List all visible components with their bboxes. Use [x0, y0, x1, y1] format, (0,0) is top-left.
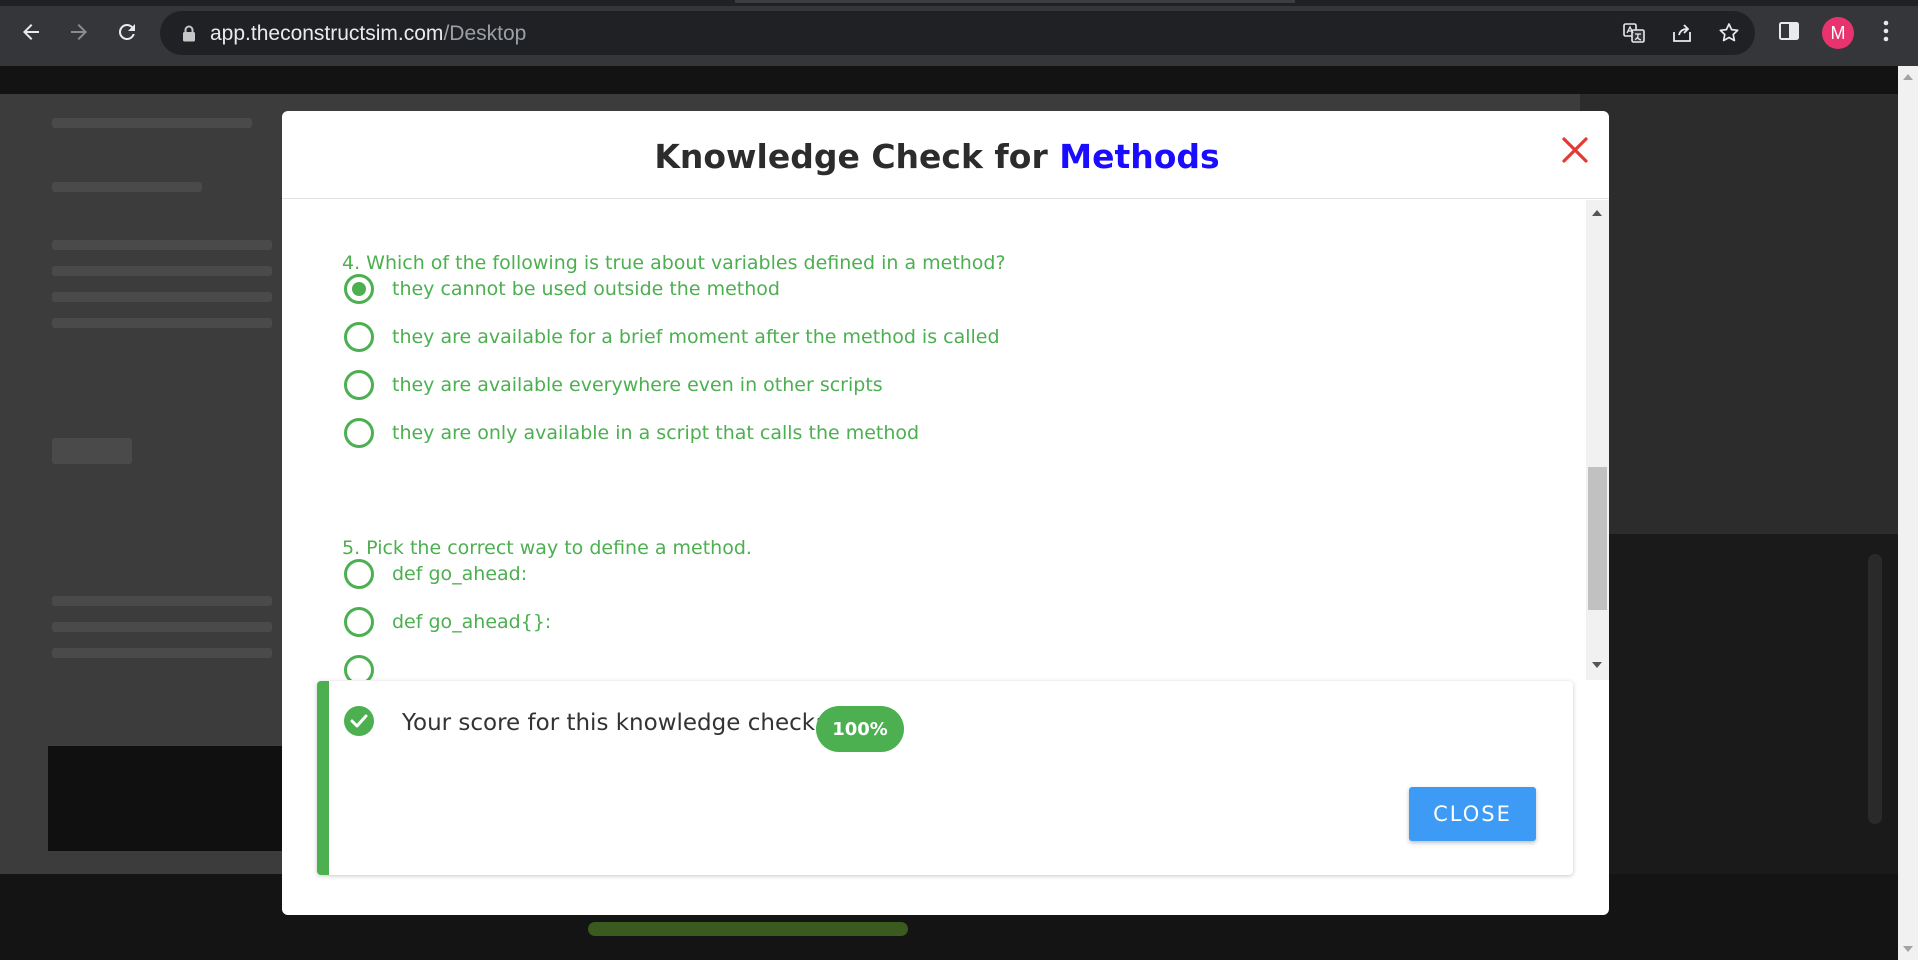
address-bar[interactable]: app.theconstructsim.com/Desktop — [160, 11, 1755, 55]
radio-unselected-icon[interactable] — [344, 370, 374, 400]
question-5-option-3-partial[interactable] — [344, 653, 374, 680]
knowledge-check-modal: Knowledge Check for Methods 4. Which of … — [282, 111, 1609, 915]
close-icon[interactable] — [1558, 133, 1592, 167]
tab-strip — [0, 0, 1918, 6]
reload-icon[interactable] — [111, 16, 143, 48]
option-label: def go_ahead{}: — [392, 611, 552, 633]
scrollbar-thumb[interactable] — [1588, 467, 1607, 610]
translate-icon[interactable] — [1622, 21, 1646, 45]
question-4-option-3[interactable]: they are available everywhere even in ot… — [344, 368, 883, 402]
radio-unselected-icon[interactable] — [344, 322, 374, 352]
lock-icon[interactable] — [182, 25, 196, 46]
question-5-text: 5. Pick the correct way to define a meth… — [342, 537, 752, 559]
more-vert-icon[interactable] — [1872, 17, 1900, 45]
option-label: they are available for a brief moment af… — [392, 326, 1000, 348]
page-scrollbar[interactable] — [1898, 66, 1918, 960]
scroll-up-arrow-icon[interactable] — [1903, 74, 1913, 80]
questions-scroll-area[interactable]: 4. Which of the following is true about … — [282, 200, 1609, 680]
radio-selected-icon[interactable] — [344, 274, 374, 304]
question-5-option-1[interactable]: def go_ahead: — [344, 557, 527, 591]
modal-header: Knowledge Check for Methods — [282, 111, 1609, 199]
bookmark-star-icon[interactable] — [1717, 21, 1741, 45]
scroll-down-arrow-icon[interactable] — [1592, 662, 1602, 668]
radio-unselected-icon[interactable] — [344, 607, 374, 637]
question-4-option-4[interactable]: they are only available in a script that… — [344, 416, 919, 450]
question-4-text: 4. Which of the following is true about … — [342, 252, 1006, 274]
side-panel-icon[interactable] — [1775, 17, 1803, 45]
scroll-down-arrow-icon[interactable] — [1903, 946, 1913, 952]
question-4-option-2[interactable]: they are available for a brief moment af… — [344, 320, 1000, 354]
modal-title-topic: Methods — [1059, 137, 1220, 176]
url-text[interactable]: app.theconstructsim.com/Desktop — [210, 22, 526, 46]
check-circle-icon — [344, 706, 374, 736]
score-badge: 100% — [816, 706, 904, 752]
option-label: they are only available in a script that… — [392, 422, 920, 444]
option-label: they are available everywhere even in ot… — [392, 374, 883, 396]
close-button[interactable]: CLOSE — [1409, 787, 1536, 841]
option-label: they cannot be used outside the method — [392, 278, 780, 300]
profile-avatar[interactable]: M — [1822, 17, 1854, 49]
success-stripe — [317, 681, 329, 875]
back-icon[interactable] — [15, 16, 47, 48]
browser-toolbar: app.theconstructsim.com/Desktop M — [0, 0, 1918, 66]
radio-unselected-icon[interactable] — [344, 559, 374, 589]
score-label: Your score for this knowledge check: — [402, 710, 823, 736]
radio-unselected-icon[interactable] — [344, 655, 374, 680]
scroll-up-arrow-icon[interactable] — [1592, 210, 1602, 216]
question-4-option-1[interactable]: they cannot be used outside the method — [344, 272, 780, 306]
question-5-option-2[interactable]: def go_ahead{}: — [344, 605, 551, 639]
modal-title: Knowledge Check for Methods — [654, 137, 1220, 176]
option-label: def go_ahead: — [392, 563, 528, 585]
radio-unselected-icon[interactable] — [344, 418, 374, 448]
share-icon[interactable] — [1670, 21, 1694, 45]
score-result-card: Your score for this knowledge check: 100… — [317, 681, 1573, 875]
questions-scrollbar[interactable] — [1586, 200, 1609, 680]
forward-icon[interactable] — [63, 16, 95, 48]
